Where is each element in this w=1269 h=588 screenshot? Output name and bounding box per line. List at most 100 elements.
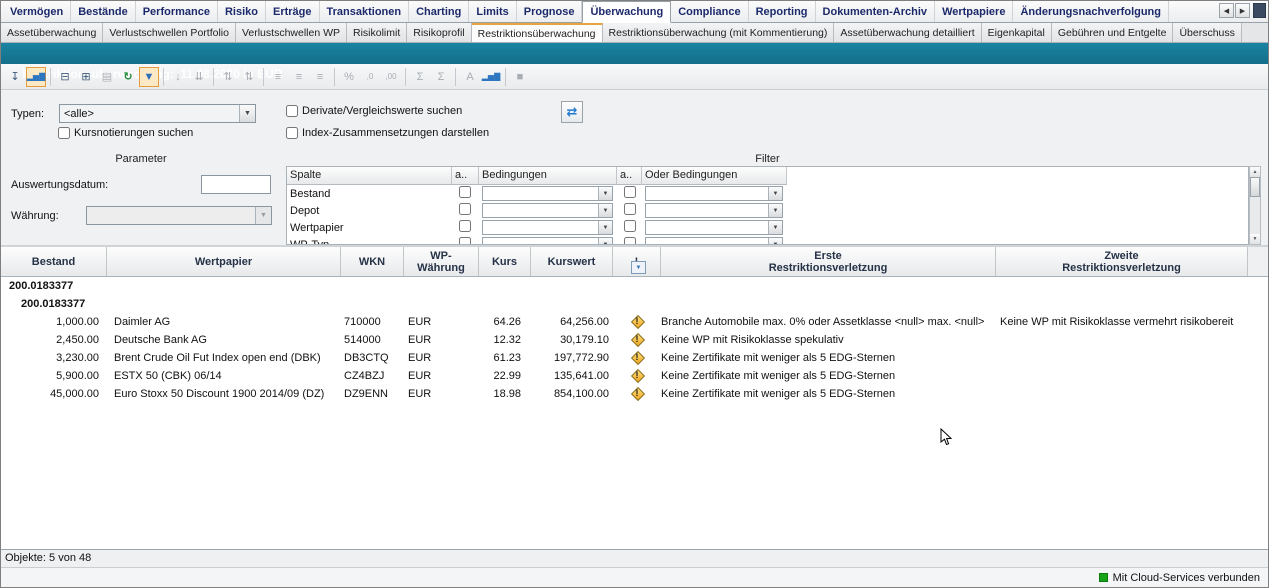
bar-chart-icon[interactable]: ▂▅▇ bbox=[481, 67, 501, 87]
menu-item[interactable]: Bestände bbox=[71, 1, 136, 22]
menu-item[interactable]: Überwachung bbox=[582, 1, 671, 23]
scroll-down-icon[interactable]: ▼ bbox=[1250, 234, 1260, 244]
menu-item[interactable]: Performance bbox=[136, 1, 218, 22]
bedingungen-dropdown[interactable]: ▼ bbox=[482, 220, 613, 235]
chevron-down-icon[interactable]: ▼ bbox=[239, 105, 255, 122]
column-header-zweite-restriktionsverletzung[interactable]: Zweite Restriktionsverletzung bbox=[996, 247, 1248, 276]
or-condition-checkbox[interactable] bbox=[624, 220, 636, 232]
zweite-restriktionsverletzung-cell bbox=[996, 349, 1248, 367]
group-row[interactable]: 200.0183377 bbox=[1, 277, 1268, 295]
tab-scroll-left-icon[interactable]: ◀ bbox=[1219, 3, 1234, 18]
menu-item[interactable]: Erträge bbox=[266, 1, 320, 22]
typen-dropdown[interactable]: <alle> ▼ bbox=[59, 104, 256, 123]
and-condition-checkbox[interactable] bbox=[459, 203, 471, 215]
export-icon[interactable]: ↧ bbox=[5, 67, 25, 87]
column-header-wp-waehrung[interactable]: WP- Währung bbox=[404, 247, 479, 276]
warning-column-filter-button[interactable]: ▼ bbox=[631, 261, 646, 274]
view-tab[interactable]: Restriktionsüberwachung (mit Kommentieru… bbox=[603, 23, 835, 42]
and-condition-checkbox[interactable] bbox=[459, 186, 471, 198]
index-checkbox[interactable] bbox=[286, 127, 298, 139]
filter-icon[interactable]: ▼ bbox=[139, 67, 159, 87]
menu-item[interactable]: Wertpapiere bbox=[935, 1, 1013, 22]
table-row[interactable]: 45,000.00 Euro Stoxx 50 Discount 1900 20… bbox=[1, 385, 1268, 403]
menu-item[interactable]: Compliance bbox=[671, 1, 748, 22]
menu-item[interactable]: Reporting bbox=[749, 1, 816, 22]
view-tab[interactable]: Eigenkapital bbox=[982, 23, 1052, 42]
align-center-icon[interactable]: ≡ bbox=[289, 67, 309, 87]
tab-overflow-button[interactable] bbox=[1253, 3, 1266, 18]
view-tab[interactable]: Restriktionsüberwachung bbox=[472, 23, 603, 42]
bedingungen-dropdown[interactable]: ▼ bbox=[482, 203, 613, 218]
collapse-all-icon[interactable]: ⊟ bbox=[55, 67, 75, 87]
view-tab[interactable]: Verlustschwellen Portfolio bbox=[103, 23, 236, 42]
view-tab[interactable]: Risikolimit bbox=[347, 23, 407, 42]
group-row[interactable]: 200.0183377 bbox=[1, 295, 1268, 313]
derivate-checkbox[interactable] bbox=[286, 105, 298, 117]
add-decimal-icon[interactable]: ,0 bbox=[360, 67, 380, 87]
column-header-bestand[interactable]: Bestand bbox=[1, 247, 107, 276]
column-header-wertpapier[interactable]: Wertpapier bbox=[107, 247, 341, 276]
view-tab[interactable]: Assetüberwachung detailliert bbox=[834, 23, 981, 42]
oder-bedingungen-dropdown[interactable]: ▼ bbox=[645, 237, 783, 245]
kursnotierungen-checkbox[interactable] bbox=[58, 127, 70, 139]
derivate-checkbox-row[interactable]: Derivate/Vergleichswerte suchen bbox=[286, 105, 462, 117]
sum-icon[interactable]: Σ bbox=[431, 67, 451, 87]
scroll-up-icon[interactable]: ▲ bbox=[1250, 167, 1260, 177]
column-header-erste-restriktionsverletzung[interactable]: Erste Restriktionsverletzung bbox=[661, 247, 996, 276]
menu-item[interactable]: Änderungsnachverfolgung bbox=[1013, 1, 1169, 22]
or-condition-checkbox[interactable] bbox=[624, 186, 636, 198]
column-header-kurs[interactable]: Kurs bbox=[479, 247, 531, 276]
menu-item[interactable]: Vermögen bbox=[3, 1, 71, 22]
refresh-icon[interactable]: ↻ bbox=[118, 67, 138, 87]
menu-item[interactable]: Limits bbox=[469, 1, 516, 22]
align-left-icon[interactable]: ≡ bbox=[268, 67, 288, 87]
view-tab[interactable]: Assetüberwachung bbox=[1, 23, 103, 42]
chart-wizard-icon[interactable]: ▂▅▇ bbox=[26, 67, 46, 87]
stop-icon[interactable]: ■ bbox=[510, 67, 530, 87]
column-header-wkn[interactable]: WKN bbox=[341, 247, 404, 276]
subtotal-icon[interactable]: Σ bbox=[410, 67, 430, 87]
oder-bedingungen-dropdown[interactable]: ▼ bbox=[645, 220, 783, 235]
align-right-icon[interactable]: ≡ bbox=[310, 67, 330, 87]
font-icon[interactable]: A bbox=[460, 67, 480, 87]
and-condition-checkbox[interactable] bbox=[459, 220, 471, 232]
table-row[interactable]: 3,230.00 Brent Crude Oil Fut Index open … bbox=[1, 349, 1268, 367]
table-row[interactable]: 1,000.00 Daimler AG 710000 EUR 64.26 64,… bbox=[1, 313, 1268, 331]
column-header-kurswert[interactable]: Kurswert bbox=[531, 247, 613, 276]
insert-row-icon[interactable]: ↓ bbox=[168, 67, 188, 87]
view-tab[interactable]: Verlustschwellen WP bbox=[236, 23, 347, 42]
tab-scroll-right-icon[interactable]: ▶ bbox=[1235, 3, 1250, 18]
search-refresh-button[interactable]: ⇄ bbox=[561, 101, 583, 123]
bedingungen-dropdown[interactable]: ▼ bbox=[482, 186, 613, 201]
status-bar: Objekte: 5 von 48 bbox=[1, 549, 1268, 567]
calendar-icon[interactable]: ▤ bbox=[97, 67, 117, 87]
menu-item[interactable]: Charting bbox=[409, 1, 469, 22]
kursnotierungen-checkbox-row[interactable]: Kursnotierungen suchen bbox=[58, 127, 193, 139]
menu-item[interactable]: Risiko bbox=[218, 1, 266, 22]
scrollbar-thumb[interactable] bbox=[1250, 177, 1260, 197]
table-row[interactable]: 2,450.00 Deutsche Bank AG 514000 EUR 12.… bbox=[1, 331, 1268, 349]
view-tab[interactable]: Risikoprofil bbox=[407, 23, 471, 42]
bedingungen-dropdown[interactable]: ▼ bbox=[482, 237, 613, 245]
expand-all-icon[interactable]: ⊞ bbox=[76, 67, 96, 87]
index-checkbox-row[interactable]: Index-Zusammensetzungen darstellen bbox=[286, 127, 489, 139]
oder-bedingungen-dropdown[interactable]: ▼ bbox=[645, 186, 783, 201]
filter-scrollbar[interactable]: ▲ ▼ bbox=[1249, 166, 1261, 245]
menu-item[interactable]: Transaktionen bbox=[320, 1, 410, 22]
or-condition-checkbox[interactable] bbox=[624, 203, 636, 215]
menu-item[interactable]: Dokumenten-Archiv bbox=[816, 1, 936, 22]
auswertungsdatum-input[interactable] bbox=[201, 175, 271, 194]
remove-decimal-icon[interactable]: ,00 bbox=[381, 67, 401, 87]
sort-ascending-icon[interactable]: ⇅ bbox=[218, 67, 238, 87]
table-row[interactable]: 5,900.00 ESTX 50 (CBK) 06/14 CZ4BZJ EUR … bbox=[1, 367, 1268, 385]
view-tab[interactable]: Gebühren und Entgelte bbox=[1052, 23, 1174, 42]
menu-item[interactable]: Prognose bbox=[517, 1, 583, 22]
view-tab[interactable]: Überschuss bbox=[1173, 23, 1241, 42]
and-condition-checkbox[interactable] bbox=[459, 237, 471, 245]
or-condition-checkbox[interactable] bbox=[624, 237, 636, 245]
sort-descending-icon[interactable]: ⇅ bbox=[239, 67, 259, 87]
percent-format-icon[interactable]: % bbox=[339, 67, 359, 87]
oder-bedingungen-dropdown[interactable]: ▼ bbox=[645, 203, 783, 218]
view-tab-label: Assetüberwachung bbox=[7, 27, 96, 39]
add-row-icon[interactable]: ⇊ bbox=[189, 67, 209, 87]
